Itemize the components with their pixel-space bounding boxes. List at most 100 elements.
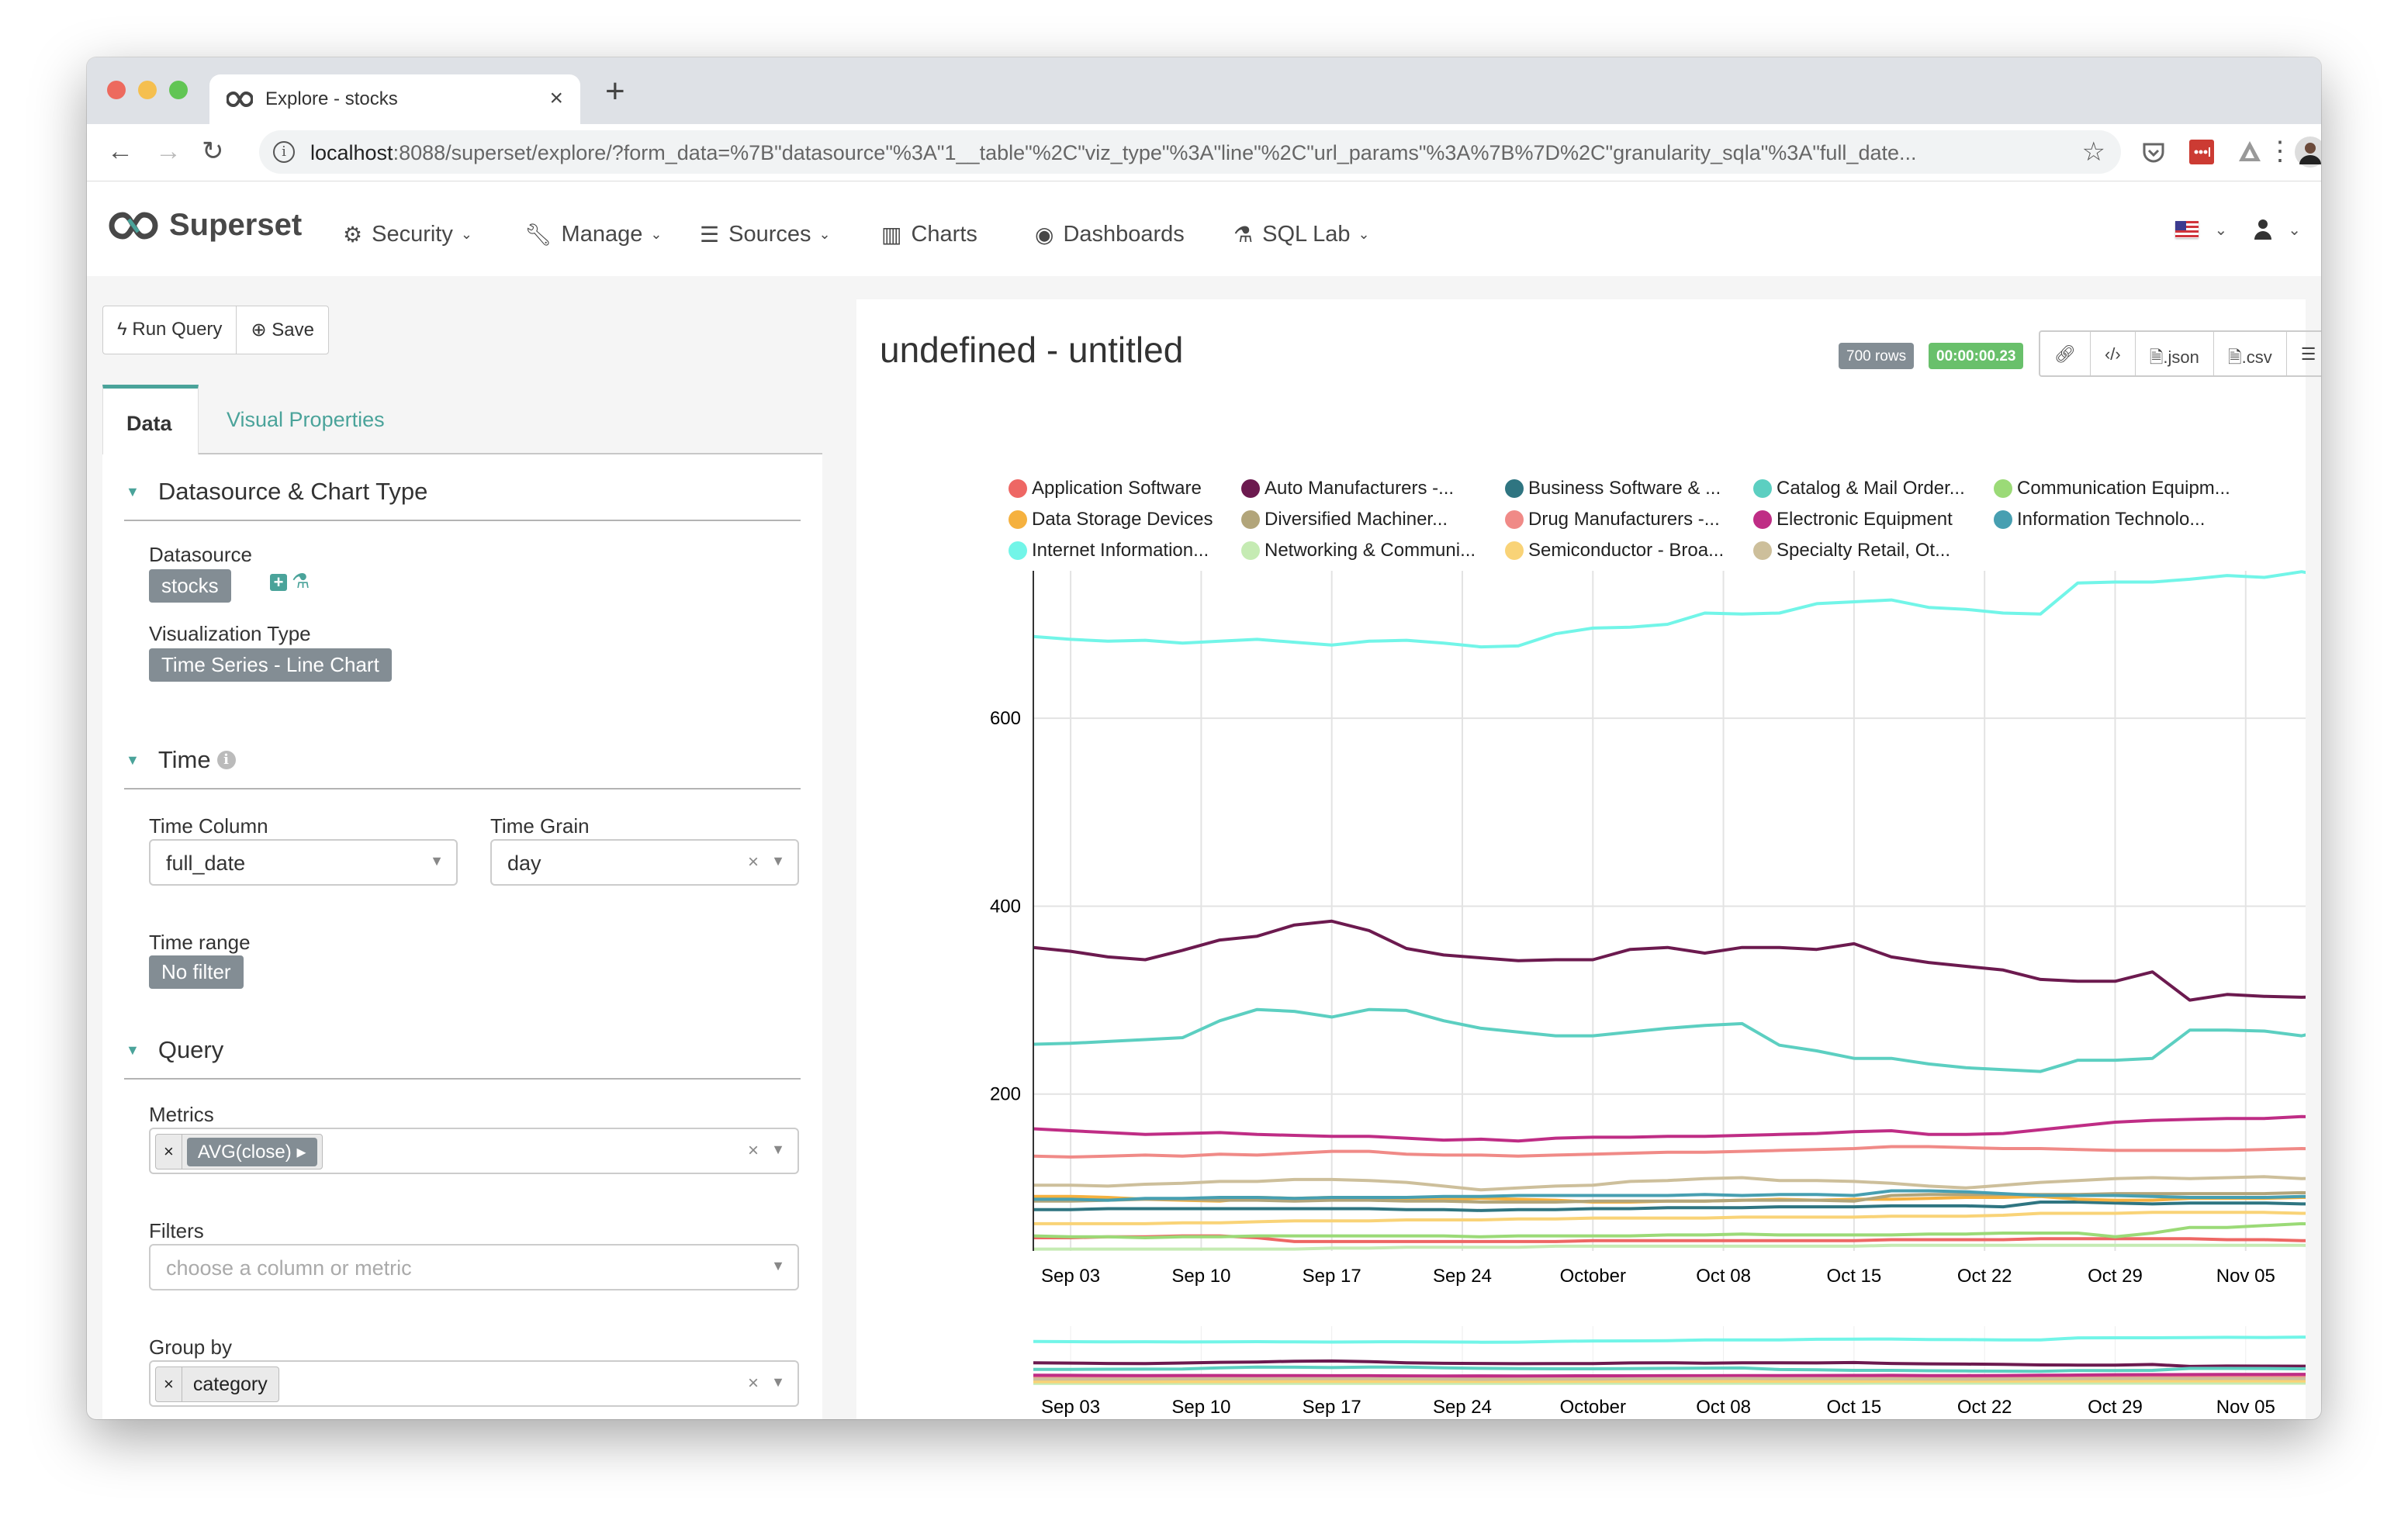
nav-charts-label: Charts [911, 222, 977, 247]
y-tick-label: 600 [990, 708, 1021, 729]
minimize-window-button[interactable] [138, 81, 157, 99]
superset-brand[interactable]: Superset [109, 208, 302, 243]
back-icon[interactable]: ← [107, 138, 133, 164]
flask-icon[interactable]: ⚗ [292, 569, 310, 593]
lastpass-icon[interactable] [2188, 138, 2216, 166]
metric-pill: × AVG(close) ▸ [155, 1134, 323, 1170]
us-flag-icon [2175, 221, 2199, 238]
query-section-header[interactable]: ▼ Query [124, 1036, 801, 1080]
url-text[interactable]: localhost:8088/superset/explore/?form_da… [310, 141, 1917, 165]
time-range-tag[interactable]: No filter [149, 955, 244, 989]
forward-icon[interactable]: → [155, 138, 182, 164]
nav-security-label: Security [372, 222, 453, 247]
new-tab-button[interactable]: + [605, 74, 625, 109]
wrench-icon: 🔧︎ [524, 223, 552, 247]
time-grain-select[interactable]: day × ▼ [490, 839, 799, 886]
database-icon: ☰ [700, 223, 720, 247]
bolt-icon: ϟ [117, 319, 133, 340]
nav-manage[interactable]: 🔧︎ Manage ⌄ [524, 222, 662, 247]
control-tabs: Data Visual Properties [102, 385, 822, 456]
metric-label: AVG(close) [197, 1141, 292, 1163]
remove-groupby-icon[interactable]: × [156, 1367, 182, 1401]
tab-data[interactable]: Data [102, 385, 199, 456]
nav-dashboards[interactable]: ◉ Dashboards [1035, 222, 1185, 247]
range-brush [1033, 1326, 2306, 1385]
brush-x-tick-label: Nov 05 [2216, 1397, 2275, 1418]
url-field[interactable]: i localhost:8088/superset/explore/?form_… [259, 130, 2121, 174]
nav-sources[interactable]: ☰ Sources ⌄ [700, 222, 831, 247]
section-title: Datasource & Chart Type [157, 478, 428, 505]
time-column-label: Time Column [149, 814, 268, 838]
tab-visual-properties[interactable]: Visual Properties [203, 385, 408, 454]
datasource-section-header[interactable]: ▼ Datasource & Chart Type [124, 478, 801, 521]
user-menu[interactable]: ⌄ [2254, 219, 2301, 240]
superset-logo-icon [109, 211, 158, 240]
dropdown-arrow-icon: ▼ [771, 1142, 785, 1157]
line-chart: 200 400 600 Sep 03 Sep 10 Sep 17 Sep 24 Octobe… [990, 570, 2306, 1418]
metric-avg-close[interactable]: AVG(close) ▸ [186, 1137, 317, 1166]
chevron-down-icon: ⌄ [2288, 221, 2301, 239]
time-section-header[interactable]: ▼ Time i [124, 746, 801, 789]
remove-metric-icon[interactable]: × [156, 1135, 182, 1169]
dropdown-arrow-icon: ▼ [771, 1258, 785, 1273]
close-window-button[interactable] [107, 81, 126, 99]
superset-favicon-icon [227, 91, 253, 108]
datasource-tag[interactable]: stocks [149, 569, 231, 603]
brush-x-tick-label: Oct 29 [2088, 1397, 2143, 1418]
plus-circle-icon: ⊕ [251, 320, 272, 340]
browser-menu-icon[interactable]: ⋮ [2267, 138, 2293, 164]
drive-icon[interactable] [2236, 138, 2264, 166]
x-tick-label: Sep 24 [1433, 1266, 1492, 1287]
x-tick-label: Nov 05 [2216, 1266, 2275, 1287]
nav-charts[interactable]: ▥ Charts [881, 222, 977, 247]
save-button[interactable]: ⊕ Save [237, 306, 327, 354]
caret-down-icon: ▼ [126, 751, 140, 768]
filters-placeholder: choose a column or metric [166, 1256, 412, 1280]
brush-x-axis-ticks: Sep 03 Sep 10 Sep 17 Sep 24 October Oct 08 Oct… [1041, 1397, 2275, 1418]
metrics-select[interactable]: × AVG(close) ▸ × ▼ [149, 1128, 799, 1174]
pocket-icon[interactable] [2140, 138, 2168, 166]
time-grain-value: day [507, 852, 541, 875]
x-tick-label: Oct 15 [1827, 1266, 1882, 1287]
clear-icon[interactable]: × [748, 852, 759, 873]
visualization-type-tag[interactable]: Time Series - Line Chart [149, 648, 392, 682]
x-tick-label: Sep 03 [1041, 1266, 1100, 1287]
groupby-select[interactable]: × category × ▼ [149, 1360, 799, 1407]
reload-icon[interactable]: ↻ [202, 138, 224, 164]
control-panel: ϟ Run Query ⊕ Save Data Visual Propertie… [102, 276, 847, 1419]
groupby-pill: × category [155, 1366, 279, 1402]
add-datasource-icon[interactable]: + [270, 574, 287, 591]
brush-x-tick-label: Sep 24 [1433, 1397, 1492, 1418]
filters-select[interactable]: choose a column or metric ▼ [149, 1244, 799, 1290]
datasource-section: ▼ Datasource & Chart Type Datasource stoc… [124, 478, 801, 682]
bookmark-star-icon[interactable]: ☆ [2082, 136, 2105, 168]
run-query-button[interactable]: ϟ Run Query [103, 306, 237, 354]
nav-security[interactable]: ⚙ Security ⌄ [343, 222, 472, 247]
chevron-down-icon: ⌄ [2214, 221, 2228, 239]
nav-manage-label: Manage [561, 222, 643, 247]
browser-tab[interactable]: Explore - stocks × [209, 74, 580, 124]
nav-sql-lab[interactable]: ⚗ SQL Lab ⌄ [1233, 222, 1370, 247]
clear-icon[interactable]: × [748, 1373, 759, 1394]
y-tick-label: 200 [990, 1084, 1021, 1105]
caret-right-icon: ▸ [296, 1141, 306, 1163]
chevron-down-icon: ⌄ [818, 226, 831, 242]
brush-x-tick-label: Oct 15 [1827, 1397, 1882, 1418]
tab-close-icon[interactable]: × [549, 85, 563, 112]
brush-line-specialty-retail-ot [1033, 1377, 2306, 1381]
nav-sources-label: Sources [728, 222, 811, 247]
info-icon[interactable]: i [216, 751, 236, 769]
run-query-label: Run Query [132, 319, 223, 340]
profile-avatar[interactable] [2295, 136, 2321, 168]
clear-icon[interactable]: × [748, 1140, 759, 1162]
caret-down-icon: ▼ [126, 483, 140, 499]
dropdown-arrow-icon: ▼ [430, 853, 444, 869]
time-column-value: full_date [166, 852, 246, 875]
nav-sql-lab-label: SQL Lab [1262, 222, 1351, 247]
time-column-select[interactable]: full_date ▼ [149, 839, 458, 886]
chart-panel: undefined - untitled 700 rows 00:00:00.2… [856, 299, 2321, 1419]
site-info-icon[interactable]: i [273, 141, 295, 163]
maximize-window-button[interactable] [169, 81, 188, 99]
section-title: Query [157, 1036, 224, 1063]
language-selector[interactable]: ⌄ [2175, 220, 2227, 240]
